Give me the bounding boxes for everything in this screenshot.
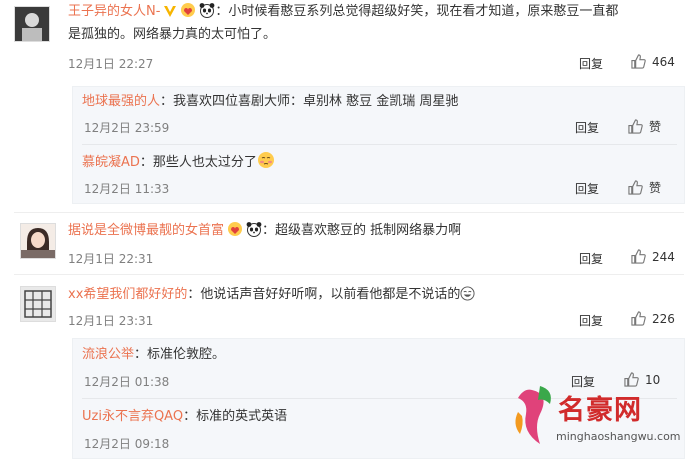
avatar-image [21,224,55,258]
reply-body: 流浪公举：标准伦敦腔。 [82,344,225,366]
username-link[interactable]: xx希望我们都好好的 [68,287,187,302]
reply-body: Uzi永不言弃QAQ：标准的英式英语 [82,406,287,428]
divider [14,212,684,213]
reply-username-link[interactable]: Uzi永不言弃QAQ [82,409,183,424]
like-button[interactable]: 464 [631,54,675,72]
reply-button[interactable]: 回复 [579,250,603,267]
timestamp: 12月1日 22:31 [68,252,154,266]
watermark-url: minghaoshangwu.com [556,430,681,443]
thumbs-up-icon [631,249,646,267]
thumbs-up-icon [631,54,646,72]
panda-emoji-icon [199,2,215,26]
avatar-image [21,287,55,321]
like-button[interactable]: 赞 [628,118,661,137]
like-count: 244 [652,250,675,264]
reply-timestamp: 12月2日 11:33 [84,182,170,196]
thumbs-up-icon [631,311,646,329]
like-label: 赞 [649,120,662,134]
comment-text: ：超级喜欢憨豆的 抵制网络暴力啊 [262,223,462,238]
love-hands-emoji-icon [180,2,196,26]
site-watermark: 名豪网 minghaoshangwu.com [508,382,688,454]
avatar[interactable] [20,223,56,259]
reply-username-link[interactable]: 慕皖凝AD [82,155,140,170]
reply-text: ：那些人也太过分了 [139,155,257,170]
like-label: 赞 [649,181,662,195]
avatar-image [15,7,49,41]
avatar[interactable] [14,6,50,42]
comment-text: ：他说话声音好好听啊，以前看他都是不说话的 [187,287,461,302]
comment-text-line2: 是孤独的。网络暴力真的太可怕了。 [68,27,277,42]
timestamp: 12月1日 23:31 [68,314,154,328]
divider [82,144,677,145]
reply-button[interactable]: 回复 [579,312,603,329]
reply-text: ：我喜欢四位喜剧大师：卓别林 憨豆 金凯瑞 周星驰 [160,94,459,109]
comment-feed: 王子异的女人N- ：小时候看憨豆系列总觉得超级好笑，现在看才知道，原来憨豆一直都 … [0,0,690,459]
reply-text: ：标准的英式英语 [183,409,288,424]
reply-timestamp: 12月2日 01:38 [84,375,170,389]
comment-text: ：小时候看憨豆系列总觉得超级好笑，现在看才知道，原来憨豆一直都 [215,4,619,19]
comment-body: xx希望我们都好好的：他说话声音好好听啊，以前看他都是不说话的 [68,284,475,309]
reply-timestamp: 12月2日 23:59 [84,121,170,135]
watermark-title: 名豪网 [558,395,642,426]
like-count: 464 [652,55,675,69]
thumbs-up-icon [628,119,643,137]
username-link[interactable]: 王子异的女人N- [68,4,160,19]
like-count: 226 [652,312,675,326]
verified-v-icon [163,4,177,26]
like-button[interactable]: 赞 [628,179,661,198]
username-link[interactable]: 据说是全微博最靓的女首富 [68,223,224,238]
reply-button[interactable]: 回复 [579,55,603,72]
reply-button[interactable]: 回复 [575,180,599,197]
reply-body: 地球最强的人：我喜欢四位喜剧大师：卓别林 憨豆 金凯瑞 周星驰 [82,91,458,113]
laughing-emoji-icon [460,286,475,309]
reply-username-link[interactable]: 流浪公举 [82,347,134,362]
comment-body-line1: 王子异的女人N- ：小时候看憨豆系列总觉得超级好笑，现在看才知道，原来憨豆一直都 [68,1,618,26]
reply-username-link[interactable]: 地球最强的人 [82,94,160,109]
reply-text: ：标准伦敦腔。 [134,347,226,362]
like-button[interactable]: 226 [631,311,675,329]
embarrassed-emoji-icon [257,151,275,177]
divider [14,274,684,275]
avatar[interactable] [20,286,56,322]
panda-emoji-icon [246,221,262,245]
comment-body: 据说是全微博最靓的女首富 ：超级喜欢憨豆的 抵制网络暴力啊 [68,220,461,245]
reply-timestamp: 12月2日 09:18 [84,437,170,451]
watermark-logo-icon [515,386,551,444]
reply-body: 慕皖凝AD：那些人也太过分了 [82,151,275,177]
thumbs-up-icon [628,180,643,198]
timestamp: 12月1日 22:27 [68,57,154,71]
love-hands-emoji-icon [227,221,243,245]
reply-button[interactable]: 回复 [575,119,599,136]
like-button[interactable]: 244 [631,249,675,267]
